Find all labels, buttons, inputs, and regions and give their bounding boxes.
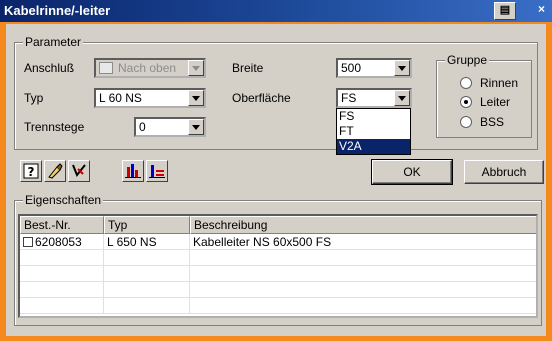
radio-leiter-indicator[interactable] (460, 96, 472, 108)
oberflaeche-select[interactable]: FS (336, 88, 412, 108)
table-row[interactable]: 6208053 L 650 NS Kabelleiter NS 60x500 F… (20, 234, 536, 250)
anschluss-select[interactable]: Nach oben (94, 58, 206, 78)
dialog-panel: Parameter Anschluß Nach oben Typ L 60 NS… (6, 24, 546, 336)
column-header-nr[interactable]: Best.-Nr. (20, 216, 104, 234)
chevron-down-icon[interactable] (394, 60, 410, 76)
table-row-empty[interactable] (20, 250, 536, 266)
properties-table[interactable]: Best.-Nr. Typ Beschreibung 6208053 L 650… (18, 214, 538, 318)
svg-text:?: ? (28, 165, 35, 179)
anschluss-icon (99, 62, 113, 74)
typ-value: L 60 NS (99, 91, 142, 105)
radio-bss-label: BSS (480, 115, 505, 129)
radio-leiter-label: Leiter (480, 95, 511, 109)
breite-value: 500 (341, 61, 362, 75)
table-row-empty[interactable] (20, 266, 536, 282)
cell-empty (104, 266, 190, 282)
dialog-window: Kabelrinne/-leiter ▤ × Parameter Anschlu… (0, 0, 552, 341)
anschluss-label: Anschluß (24, 61, 75, 75)
gruppe-legend: Gruppe (445, 53, 490, 67)
cell-empty (20, 282, 104, 298)
table-row-empty[interactable] (20, 298, 536, 314)
oberflaeche-dropdown-list: FS FT V2A (336, 108, 411, 155)
chevron-down-icon[interactable] (188, 119, 204, 135)
radio-rinnen-indicator[interactable] (460, 77, 472, 89)
trennstege-select[interactable]: 0 (134, 117, 206, 137)
bar-chart-icon[interactable] (122, 160, 144, 182)
oberflaeche-value: FS (341, 91, 357, 105)
cell-empty (104, 282, 190, 298)
sort-chart-icon[interactable] (146, 160, 168, 182)
brush-icon[interactable] (44, 160, 66, 182)
column-header-typ[interactable]: Typ (104, 216, 190, 234)
cell-empty (104, 298, 190, 314)
help-icon[interactable]: ▤ (494, 2, 516, 20)
parameter-legend: Parameter (23, 35, 84, 49)
cell-empty (20, 298, 104, 314)
chevron-down-icon[interactable] (188, 60, 204, 76)
radio-rinnen-label: Rinnen (480, 76, 519, 90)
dropdown-option-v2a[interactable]: V2A (337, 139, 410, 154)
dropdown-option-ft[interactable]: FT (337, 124, 410, 139)
check-pen-icon[interactable] (68, 160, 90, 182)
breite-select[interactable]: 500 (336, 58, 412, 78)
cell-beschreibung: Kabelleiter NS 60x500 FS (190, 234, 536, 250)
chevron-down-icon[interactable] (394, 90, 410, 106)
cell-empty (20, 266, 104, 282)
cell-typ: L 650 NS (104, 234, 190, 250)
chevron-down-icon[interactable] (188, 90, 204, 106)
typ-label: Typ (24, 91, 44, 105)
trennstege-value: 0 (139, 120, 146, 134)
anschluss-value: Nach oben (118, 61, 177, 75)
dropdown-option-fs[interactable]: FS (337, 109, 410, 124)
cell-empty (20, 250, 104, 266)
oberflaeche-label: Oberfläche (232, 91, 291, 105)
cell-empty (104, 250, 190, 266)
eigenschaften-legend: Eigenschaften (23, 193, 104, 207)
table-header: Best.-Nr. Typ Beschreibung (20, 216, 536, 234)
cell-nr: 6208053 (20, 234, 104, 250)
abbruch-button[interactable]: Abbruch (464, 160, 544, 184)
table-row-empty[interactable] (20, 282, 536, 298)
cell-nr-value: 6208053 (35, 235, 82, 249)
row-checkbox[interactable] (23, 237, 33, 247)
close-icon[interactable]: × (538, 2, 545, 16)
ok-button[interactable]: OK (371, 159, 453, 185)
typ-select[interactable]: L 60 NS (94, 88, 206, 108)
column-header-beschreibung[interactable]: Beschreibung (190, 216, 536, 234)
title-bar[interactable]: Kabelrinne/-leiter ▤ × (0, 0, 552, 22)
question-icon[interactable]: ? (20, 160, 42, 182)
trennstege-label: Trennstege (24, 120, 85, 134)
window-title: Kabelrinne/-leiter (4, 3, 111, 18)
radio-bss-indicator[interactable] (460, 116, 472, 128)
breite-label: Breite (232, 61, 264, 75)
